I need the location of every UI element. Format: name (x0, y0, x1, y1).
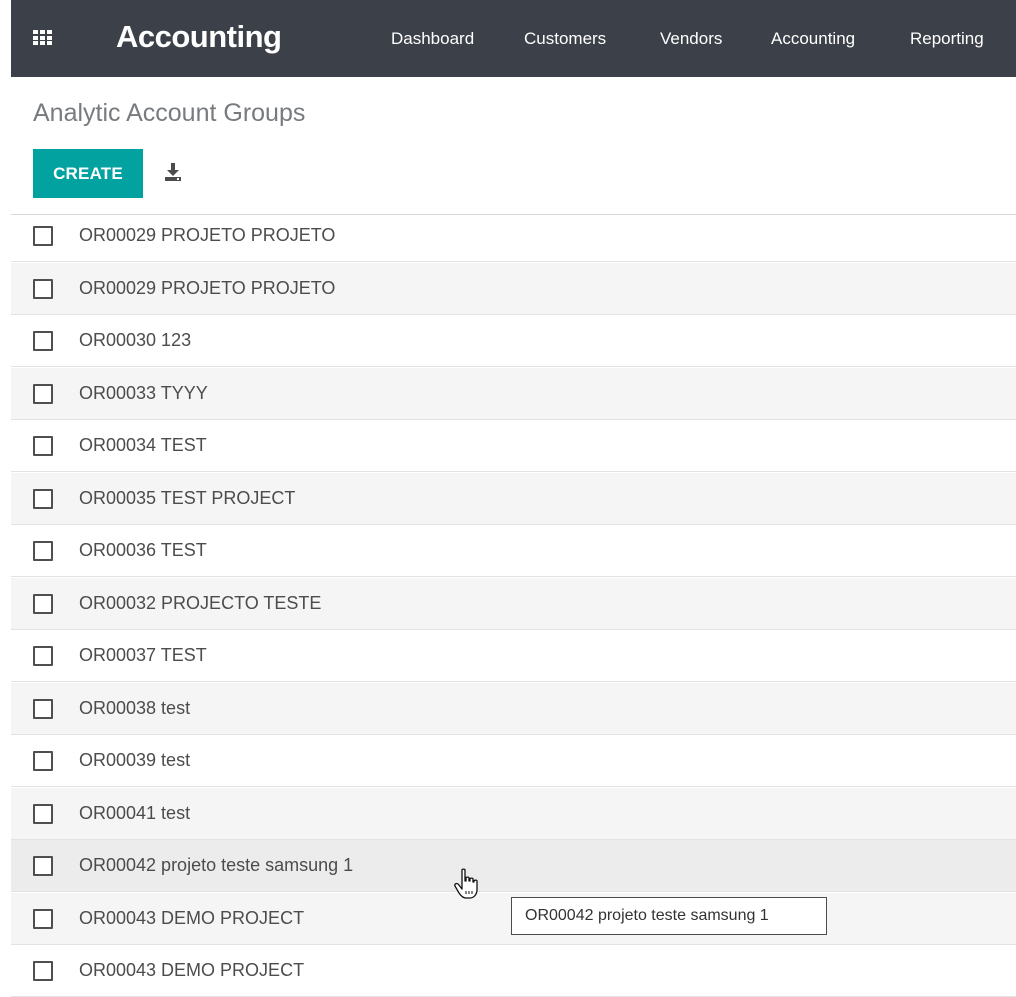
menu-item-accounting[interactable]: Accounting (771, 29, 855, 49)
list-row[interactable]: OR00039 test (11, 735, 1016, 787)
apps-grid-icon[interactable] (33, 30, 52, 45)
list-row[interactable]: OR00041 test (11, 788, 1016, 840)
list-row[interactable]: OR00035 TEST PROJECT (11, 473, 1016, 525)
menu-item-vendors[interactable]: Vendors (660, 29, 722, 49)
row-label: OR00043 DEMO PROJECT (79, 960, 305, 980)
row-checkbox[interactable] (33, 646, 53, 666)
row-label: OR00029 PROJETO PROJETO (79, 225, 336, 245)
app-brand[interactable]: Accounting (116, 19, 282, 55)
row-label: OR00036 TEST (79, 540, 207, 560)
hand-pointer-icon (454, 868, 478, 899)
list-row[interactable]: OR00034 TEST (11, 420, 1016, 472)
row-checkbox[interactable] (33, 279, 53, 299)
download-icon[interactable] (163, 162, 183, 182)
row-label: OR00034 TEST (79, 435, 207, 455)
row-checkbox[interactable] (33, 226, 53, 246)
row-label: OR00043 DEMO PROJECT (79, 908, 305, 928)
row-checkbox[interactable] (33, 961, 53, 981)
row-label: OR00033 TYYY (79, 383, 208, 403)
list-row[interactable]: OR00030 123 (11, 315, 1016, 367)
row-checkbox[interactable] (33, 489, 53, 509)
top-navbar: Accounting Dashboard Customers Vendors A… (11, 0, 1016, 77)
row-checkbox[interactable] (33, 751, 53, 771)
row-checkbox[interactable] (33, 856, 53, 876)
list-row[interactable]: OR00043 DEMO PROJECT (11, 945, 1016, 997)
list-row[interactable]: OR00037 TEST (11, 630, 1016, 682)
row-checkbox[interactable] (33, 699, 53, 719)
row-checkbox[interactable] (33, 541, 53, 561)
menu-item-reporting[interactable]: Reporting (910, 29, 984, 49)
row-label: OR00037 TEST (79, 645, 207, 665)
list-row[interactable]: OR00029 PROJETO PROJETO (11, 263, 1016, 315)
list-row[interactable]: OR00042 projeto teste samsung 1 (11, 840, 1016, 892)
row-label: OR00041 test (79, 803, 191, 823)
row-checkbox[interactable] (33, 384, 53, 404)
row-label: OR00029 PROJETO PROJETO (79, 278, 336, 298)
row-checkbox[interactable] (33, 436, 53, 456)
row-checkbox[interactable] (33, 331, 53, 351)
row-label: OR00039 test (79, 750, 191, 770)
create-button[interactable]: CREATE (33, 149, 143, 198)
list-row[interactable]: OR00033 TYYY (11, 368, 1016, 420)
menu-item-dashboard[interactable]: Dashboard (391, 29, 474, 49)
row-label: OR00038 test (79, 698, 191, 718)
row-checkbox[interactable] (33, 909, 53, 929)
row-label: OR00032 PROJECTO TESTE (79, 593, 322, 613)
row-tooltip: OR00042 projeto teste samsung 1 (511, 897, 827, 935)
list-row[interactable]: OR00036 TEST (11, 525, 1016, 577)
row-checkbox[interactable] (33, 594, 53, 614)
page-title: Analytic Account Groups (33, 99, 306, 127)
row-label: OR00042 projeto teste samsung 1 (79, 855, 354, 875)
row-label: OR00030 123 (79, 330, 192, 350)
list-row[interactable]: OR00038 test (11, 683, 1016, 735)
list-row[interactable]: OR00029 PROJETO PROJETO (11, 210, 1016, 262)
row-label: OR00035 TEST PROJECT (79, 488, 296, 508)
row-checkbox[interactable] (33, 804, 53, 824)
list-row[interactable]: OR00032 PROJECTO TESTE (11, 578, 1016, 630)
menu-item-customers[interactable]: Customers (524, 29, 606, 49)
